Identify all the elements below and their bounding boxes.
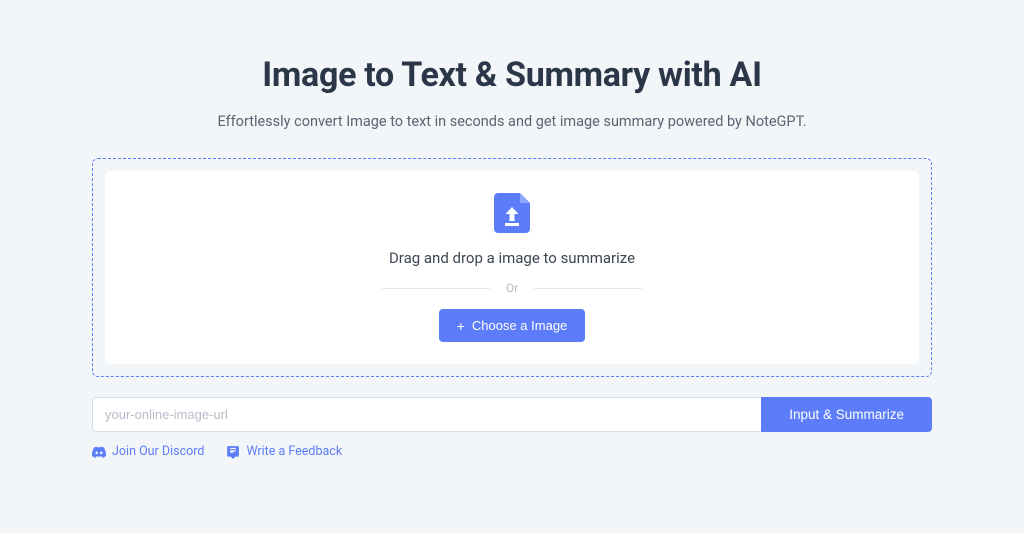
page-subtitle: Effortlessly convert Image to text in se… xyxy=(92,113,932,130)
choose-image-button[interactable]: + Choose a Image xyxy=(439,309,586,342)
or-divider: Or xyxy=(382,281,642,295)
drop-instruction: Drag and drop a image to summarize xyxy=(125,249,899,267)
upload-file-icon xyxy=(494,193,530,233)
divider-line-left xyxy=(382,288,490,289)
feedback-link-label: Write a Feedback xyxy=(246,444,342,459)
main-container: Image to Text & Summary with AI Effortle… xyxy=(92,0,932,459)
url-input-row: Input & Summarize xyxy=(92,397,932,432)
url-input[interactable] xyxy=(92,397,761,432)
page-title: Image to Text & Summary with AI xyxy=(92,55,932,95)
upload-panel: Drag and drop a image to summarize Or + … xyxy=(92,158,932,377)
feedback-link[interactable]: Write a Feedback xyxy=(226,444,342,459)
plus-icon: + xyxy=(457,319,465,333)
discord-link[interactable]: Join Our Discord xyxy=(92,444,204,459)
discord-icon xyxy=(92,445,106,459)
divider-line-right xyxy=(534,288,642,289)
dropzone[interactable]: Drag and drop a image to summarize Or + … xyxy=(105,171,919,364)
discord-link-label: Join Our Discord xyxy=(112,444,204,459)
feedback-icon xyxy=(226,445,240,459)
input-summarize-button[interactable]: Input & Summarize xyxy=(761,397,932,432)
choose-image-label: Choose a Image xyxy=(472,318,567,333)
or-text: Or xyxy=(506,281,518,295)
secondary-links: Join Our Discord Write a Feedback xyxy=(92,444,932,459)
